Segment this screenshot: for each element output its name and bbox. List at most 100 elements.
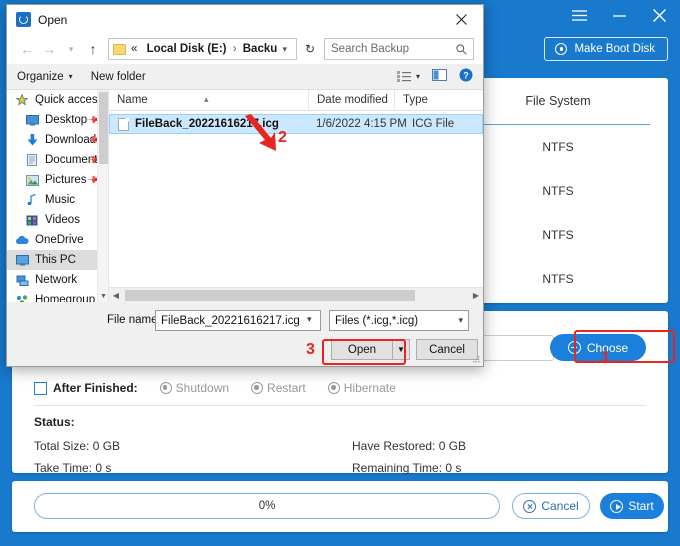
hamburger-menu-icon[interactable] <box>568 4 590 26</box>
file-date-modified: 1/6/2022 4:15 PM <box>316 118 407 130</box>
sort-ascending-icon: ▴ <box>204 93 209 104</box>
chevron-down-icon[interactable]: ▾ <box>60 38 82 60</box>
after-finished-row: After Finished: Shutdown Restart Hiberna… <box>34 377 646 399</box>
make-boot-disk-button[interactable]: Make Boot Disk <box>544 37 668 61</box>
column-type-label: Type <box>403 93 428 106</box>
sidebar-item-homegroup[interactable]: Homegroup <box>7 290 108 302</box>
open-button[interactable]: Open <box>331 339 393 360</box>
arrow-left-icon[interactable]: ← <box>16 38 38 60</box>
dialog-title: Open <box>38 12 68 27</box>
list-view-icon[interactable]: ▾ <box>396 71 420 82</box>
refresh-icon[interactable]: ↻ <box>301 39 319 59</box>
scroll-right-icon[interactable]: ▶ <box>469 291 483 300</box>
status-take-time: Take Time: 0 s <box>34 461 112 475</box>
file-list-horizontal-scrollbar[interactable]: ◀ ▶ <box>109 287 483 302</box>
search-input[interactable]: Search Backup <box>331 43 456 55</box>
sidebar-item-desktop[interactable]: Desktop 📌 <box>7 110 108 130</box>
breadcrumb-crumb-1[interactable]: Local Disk (E:) <box>147 43 227 55</box>
arrow-right-icon[interactable]: → <box>38 38 60 60</box>
file-type-value: Files (*.icg,*.icg) <box>335 314 419 327</box>
preview-pane-icon[interactable] <box>432 69 447 84</box>
dialog-cancel-button[interactable]: Cancel <box>416 339 478 360</box>
sidebar-item-this-pc[interactable]: This PC <box>7 250 108 270</box>
open-split-caret-icon[interactable]: ▼ <box>393 339 410 360</box>
sidebar-item-label: Network <box>35 274 78 286</box>
plus-circle-icon <box>567 341 581 354</box>
column-header-name[interactable]: Name ▴ <box>109 89 309 111</box>
radio-shutdown[interactable]: Shutdown <box>159 381 230 395</box>
scroll-left-icon[interactable]: ◀ <box>109 291 123 300</box>
music-icon <box>25 193 39 207</box>
file-icon <box>118 117 129 131</box>
cancel-button[interactable]: Cancel <box>512 493 590 519</box>
file-list-item[interactable]: FileBack_20221616217.icg 1/6/2022 4:15 P… <box>109 114 483 134</box>
new-folder-label: New folder <box>90 70 146 83</box>
file-name-label: File name: <box>107 314 161 326</box>
divider <box>34 405 646 406</box>
disc-icon <box>555 43 568 55</box>
sidebar-item-label: OneDrive <box>35 234 84 246</box>
after-finished-checkbox[interactable] <box>34 381 47 395</box>
file-type-select[interactable]: Files (*.icg,*.icg) ▾ <box>329 310 469 331</box>
help-icon[interactable]: ? <box>459 68 473 85</box>
app-logo-icon <box>16 12 31 27</box>
dialog-titlebar: Open <box>7 5 483 34</box>
dialog-navigation-bar: ← → ▾ ↑ « Local Disk (E:) › Backup ▾ ↻ S… <box>7 34 483 64</box>
play-circle-icon <box>610 499 624 513</box>
radio-shutdown-label: Shutdown <box>175 381 230 395</box>
column-header-date-modified[interactable]: Date modified <box>309 89 395 111</box>
organize-menu[interactable]: Organize ▾ <box>17 71 73 83</box>
sidebar-item-videos[interactable]: Videos <box>7 210 108 230</box>
sidebar-item-label: Desktop <box>45 114 88 126</box>
start-button[interactable]: Start <box>600 493 664 519</box>
sidebar-item-quick-access[interactable]: Quick access <box>7 90 108 110</box>
chevron-down-icon[interactable]: ▾ <box>307 314 312 325</box>
address-bar[interactable]: « Local Disk (E:) › Backup ▾ <box>108 38 297 60</box>
sidebar-item-network[interactable]: Network <box>7 270 108 290</box>
sidebar-item-music[interactable]: Music <box>7 190 108 210</box>
homegroup-icon <box>15 293 29 302</box>
sidebar-item-documents[interactable]: Documents 📌 <box>7 150 108 170</box>
sidebar-item-downloads[interactable]: Downloads 📌 <box>7 130 108 150</box>
column-header-type[interactable]: Type <box>395 90 465 111</box>
arrow-up-icon[interactable]: ↑ <box>82 38 104 60</box>
resize-grip[interactable] <box>470 354 480 364</box>
svg-text:?: ? <box>463 71 469 81</box>
star-icon <box>15 93 29 107</box>
close-icon[interactable] <box>648 4 670 26</box>
sidebar-item-pictures[interactable]: Pictures 📌 <box>7 170 108 190</box>
file-name: FileBack_20221616217.icg <box>135 118 279 130</box>
scrollbar-thumb[interactable] <box>125 289 415 301</box>
breadcrumb-chevrons: « <box>131 43 138 55</box>
status-have-restored: Have Restored: 0 GB <box>352 439 467 453</box>
search-box[interactable]: Search Backup <box>324 38 474 60</box>
new-folder-button[interactable]: New folder <box>91 71 146 83</box>
choose-button[interactable]: Choose <box>550 334 646 361</box>
scrollbar-thumb[interactable] <box>99 92 108 164</box>
documents-icon <box>25 153 39 167</box>
videos-icon <box>25 213 39 227</box>
file-list-pane: Name ▴ Date modified Type FileBack_20221… <box>109 89 483 302</box>
breadcrumb-crumb-2[interactable]: Backup <box>243 43 278 55</box>
caret-down-icon: ▾ <box>415 72 420 81</box>
radio-hibernate-label: Hibernate <box>343 381 396 395</box>
file-name-input[interactable] <box>155 310 321 331</box>
radio-restart[interactable]: Restart <box>251 381 306 395</box>
sidebar-scrollbar[interactable]: ▼ <box>97 90 108 302</box>
pictures-icon <box>25 173 39 187</box>
radio-hibernate[interactable]: Hibernate <box>327 381 396 395</box>
file-type: ICG File <box>412 118 455 130</box>
scroll-down-icon[interactable]: ▼ <box>98 290 108 302</box>
sidebar-item-label: Pictures <box>45 174 87 186</box>
status-total-size: Total Size: 0 GB <box>34 439 121 453</box>
breadcrumb: « Local Disk (E:) › Backup <box>131 43 277 55</box>
minimize-icon[interactable] <box>608 4 630 26</box>
sidebar-item-onedrive[interactable]: OneDrive <box>7 230 108 250</box>
organize-label: Organize <box>17 70 64 83</box>
after-finished-label: After Finished: <box>53 381 138 395</box>
search-icon <box>456 43 467 55</box>
dialog-footer: File name: ▾ Files (*.icg,*.icg) ▾ Open … <box>7 302 483 366</box>
dialog-close-icon[interactable] <box>439 5 483 34</box>
caret-down-icon: ▾ <box>68 72 73 81</box>
chevron-down-icon[interactable]: ▾ <box>277 44 292 55</box>
